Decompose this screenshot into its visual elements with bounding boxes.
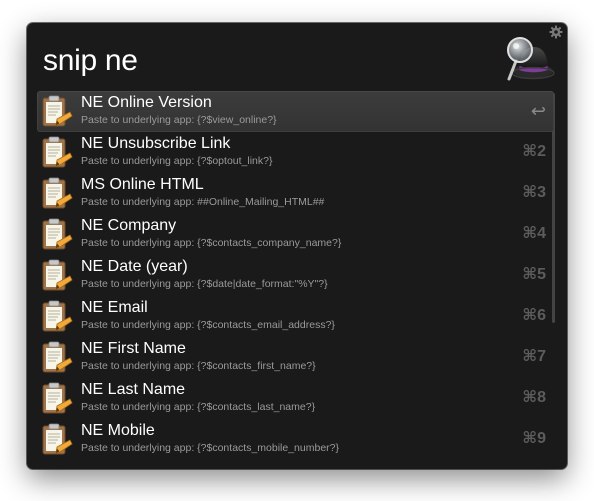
clipboard-snippet-icon: [41, 300, 73, 334]
result-shortcut: ⌘9: [522, 430, 546, 447]
result-title: MS Online HTML: [81, 176, 204, 193]
clipboard-snippet-icon: [41, 177, 73, 211]
result-row[interactable]: NE First Name Paste to underlying app: {?…: [37, 337, 554, 378]
result-row[interactable]: NE Online Version Paste to underlying app…: [37, 91, 554, 132]
result-row[interactable]: NE Mobile Paste to underlying app: {?$con…: [37, 419, 554, 460]
result-shortcut: ⌘7: [522, 348, 546, 365]
result-title: NE Email: [81, 299, 148, 316]
result-subtitle: Paste to underlying app: {?$contacts_ema…: [81, 319, 335, 331]
result-title: NE Unsubscribe Link: [81, 135, 231, 152]
clipboard-snippet-icon: [41, 218, 73, 252]
result-shortcut: ⌘6: [522, 307, 546, 324]
result-title: NE Last Name: [81, 381, 186, 398]
launcher-window: NE Online Version Paste to underlying app…: [27, 23, 567, 469]
clipboard-snippet-icon: [41, 95, 73, 129]
result-title: NE Mobile: [81, 422, 155, 439]
result-shortcut: ⌘4: [522, 225, 546, 242]
result-shortcut: ⌘5: [522, 266, 546, 283]
results-list: NE Online Version Paste to underlying app…: [37, 91, 554, 461]
result-row[interactable]: NE Company Paste to underlying app: {?$co…: [37, 214, 554, 255]
result-title: NE First Name: [81, 340, 186, 357]
result-title: NE Date (year): [81, 258, 188, 275]
result-subtitle: Paste to underlying app: ##Online_Mailin…: [81, 196, 325, 208]
result-row[interactable]: NE Email Paste to underlying app: {?$cont…: [37, 296, 554, 337]
result-shortcut: ⌘2: [522, 143, 546, 160]
clipboard-snippet-icon: [41, 382, 73, 416]
result-row[interactable]: NE Last Name Paste to underlying app: {?$…: [37, 378, 554, 419]
return-key-icon: ↩: [530, 101, 546, 121]
result-subtitle: Paste to underlying app: {?$date|date_fo…: [81, 278, 328, 290]
result-title: NE Online Version: [81, 94, 212, 111]
clipboard-snippet-icon: [41, 423, 73, 457]
alfred-hat-icon: [503, 33, 555, 85]
result-title: NE Company: [81, 217, 177, 234]
result-shortcut: ⌘8: [522, 389, 546, 406]
search-input[interactable]: [43, 39, 483, 83]
clipboard-snippet-icon: [41, 341, 73, 375]
result-row[interactable]: NE Date (year) Paste to underlying app: {…: [37, 255, 554, 296]
result-subtitle: Paste to underlying app: {?$contacts_las…: [81, 401, 316, 413]
clipboard-snippet-icon: [41, 136, 73, 170]
result-subtitle: Paste to underlying app: {?$contacts_com…: [81, 237, 342, 249]
result-row[interactable]: MS Online HTML Paste to underlying app: #…: [37, 173, 554, 214]
result-shortcut: ⌘3: [522, 184, 546, 201]
result-row[interactable]: NE Unsubscribe Link Paste to underlying a…: [37, 132, 554, 173]
clipboard-snippet-icon: [41, 259, 73, 293]
result-subtitle: Paste to underlying app: {?$view_online?…: [81, 114, 277, 126]
result-subtitle: Paste to underlying app: {?$optout_link?…: [81, 155, 273, 167]
result-subtitle: Paste to underlying app: {?$contacts_mob…: [81, 442, 340, 454]
result-subtitle: Paste to underlying app: {?$contacts_fir…: [81, 360, 316, 372]
